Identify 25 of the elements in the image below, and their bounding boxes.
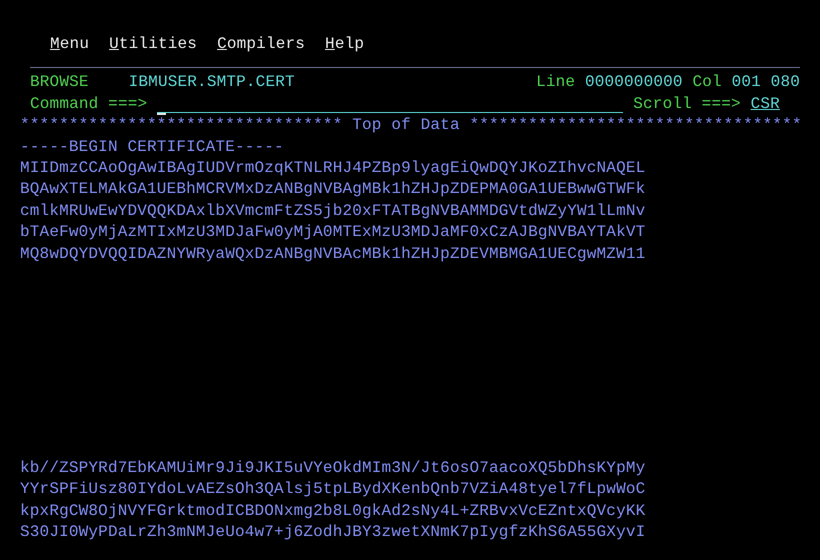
data-line: BQAwXTELMAkGA1UEBhMCRVMxDzANBgNVBAgMBk1hZHJpZDEPMA0GA1UEBwwGTWFk [20, 179, 646, 200]
data-line: YYrSPFiUsz80IYdoLvAEZsOh3QAlsj5tpLBydXKenbQnb7VZiA48tyel7fLpwWoC [20, 479, 646, 500]
scroll-label: Scroll ===> [633, 94, 741, 115]
menu-item[interactable]: Utilities [109, 34, 198, 56]
column-range: 001 080 [732, 72, 800, 94]
top-of-data-marker: ********************************* Top of Data ********************************** [20, 115, 803, 136]
text-cursor [157, 112, 166, 115]
data-line: MIIDmzCCAoOgAwIBAgIUDVrmOzqKTNLRHJ4PZBp9lyagEiQwDQYJKoZIhvcNAQEL [20, 158, 646, 179]
data-line: kpxRgCW8OjNVYFGrktmodICBDONxmg2b8L0gkAd2sNy4L+ZRBvxVcEZntxQVcyKK [20, 500, 646, 522]
data-line: -----BEGIN CERTIFICATE----- [20, 136, 285, 158]
scroll-field[interactable]: CSR [750, 94, 784, 116]
column-label: Col [692, 72, 722, 94]
menu-item[interactable]: Help [325, 34, 364, 56]
mode-label: BROWSE [30, 72, 89, 94]
command-label: Command ===> [30, 94, 148, 115]
data-line: MQ8wDQYDVQQIDAZNYWRyaWQxDzANBgNVBAcMBk1hZHJpZDEVMBMGA1UECgwMZW11 [20, 244, 646, 265]
data-line: kb//ZSPYRd7EbKAMUiMr9Ji9JKI5uVYeOkdMIm3N/Jt6osO7aacoXQ5bDhsKYpMy [20, 458, 646, 479]
menu-item[interactable]: Menu [50, 34, 90, 56]
data-line: bTAeFw0yMjAzMTIxMzU3MDJaFw0yMjA0MTExMzU3MDJaMF0xCzAJBgNVBAYTAkVT [20, 222, 646, 244]
data-line: S30JI0WyPDaLrZh3mNMJeUo4w7+j6ZodhJBY3zwetXNmK7pIygfzKhS6A55GXyvI [20, 522, 646, 544]
data-line: cmlkMRUwEwYDVQQKDAxlbXVmcmFtZS5jb20xFTATBgNVBAMMDGVtdWZyYW1lLmNv [20, 200, 646, 222]
line-number: 0000000000 [584, 72, 683, 94]
line-label: Line [536, 72, 576, 94]
dataset-name: IBMUSER.SMTP.CERT [128, 72, 295, 94]
menu-item[interactable]: Compilers [217, 34, 306, 56]
